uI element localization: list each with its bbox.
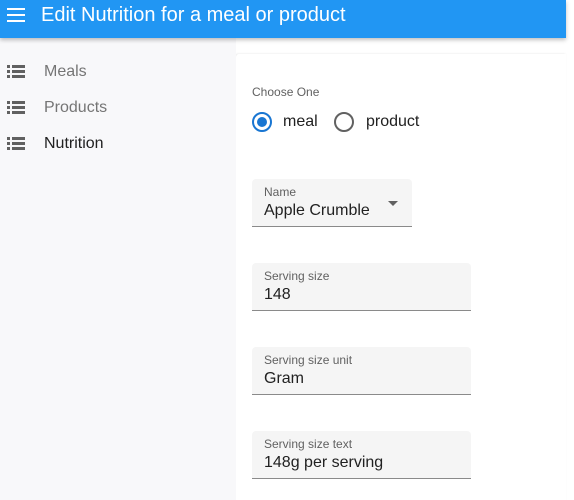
page-title: Edit Nutrition for a meal or product (41, 4, 346, 26)
serving-size-value: 148 (264, 286, 291, 303)
list-icon (7, 64, 25, 78)
serving-size-unit-field[interactable]: Serving size unit Gram (252, 347, 471, 395)
sidebar-item-meals[interactable]: Meals (0, 55, 236, 89)
serving-size-text-value: 148g per serving (264, 454, 384, 471)
list-icon (7, 100, 25, 114)
app-bar: Edit Nutrition for a meal or product (0, 0, 566, 38)
sidebar-item-label: Nutrition (44, 135, 104, 152)
radio-product-label[interactable]: product (366, 113, 419, 131)
serving-size-text-label: Serving size text (264, 437, 353, 451)
serving-size-unit-value: Gram (264, 370, 304, 387)
sidebar-item-nutrition[interactable]: Nutrition (0, 127, 236, 161)
radio-meal[interactable] (252, 112, 272, 132)
list-icon (7, 136, 25, 150)
sidebar-item-label: Meals (44, 63, 87, 80)
serving-size-text-field[interactable]: Serving size text 148g per serving (252, 431, 471, 479)
sidebar: Meals Products Nutrition (0, 38, 236, 500)
name-select-value: Apple Crumble (264, 202, 370, 219)
dropdown-arrow-icon[interactable] (388, 201, 398, 206)
radio-group-legend: Choose One (252, 85, 320, 99)
radio-product[interactable] (334, 112, 354, 132)
right-edge (566, 0, 574, 500)
serving-size-label: Serving size (264, 269, 330, 283)
menu-icon[interactable] (6, 4, 28, 26)
name-select[interactable]: Name Apple Crumble (252, 179, 412, 227)
name-select-label: Name (264, 185, 297, 199)
serving-size-field[interactable]: Serving size 148 (252, 263, 471, 311)
sidebar-item-label: Products (44, 99, 108, 116)
radio-meal-label[interactable]: meal (283, 113, 318, 131)
serving-size-unit-label: Serving size unit (264, 353, 353, 367)
sidebar-item-products[interactable]: Products (0, 91, 236, 125)
